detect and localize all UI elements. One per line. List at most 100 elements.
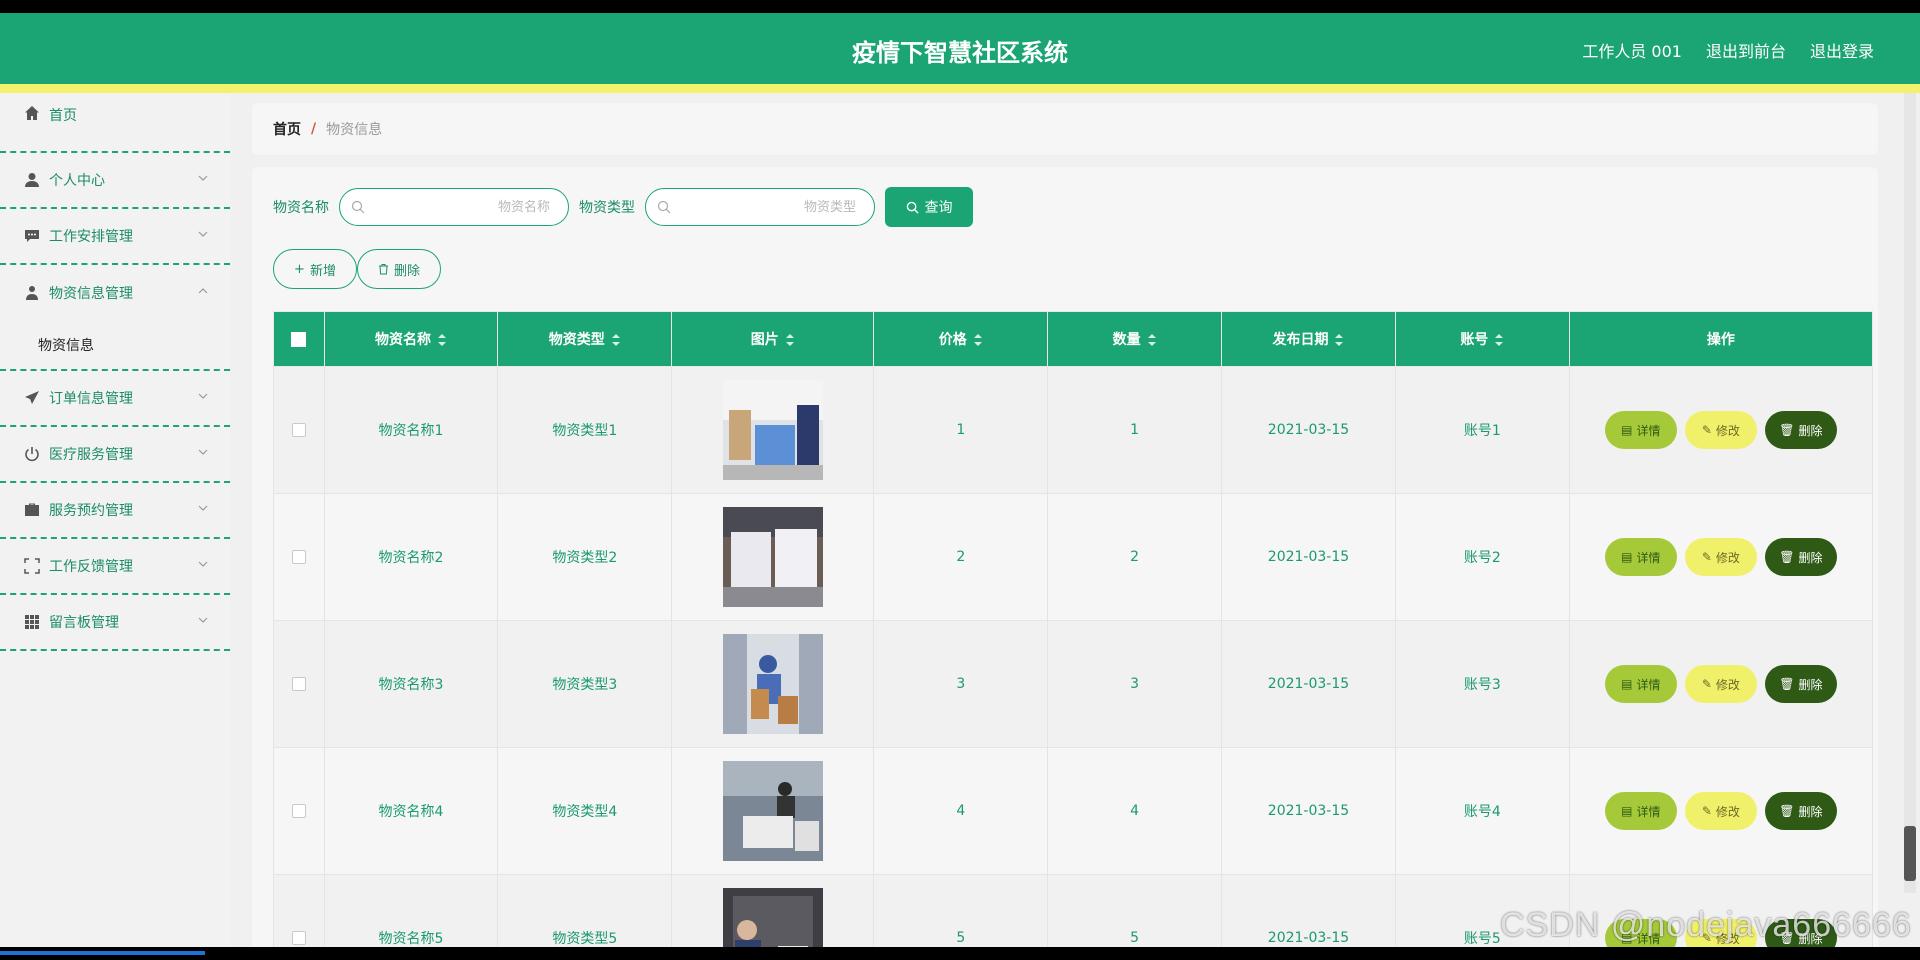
sidebar-item-service-booking[interactable]: 服务预约管理 bbox=[0, 483, 230, 539]
sort-icon bbox=[973, 334, 982, 346]
col-header-image[interactable]: 图片 bbox=[671, 311, 875, 367]
vertical-scrollbar[interactable] bbox=[1904, 93, 1916, 893]
pencil-icon: ✎ bbox=[1701, 677, 1712, 691]
sidebar-item-label: 首页 bbox=[49, 108, 77, 124]
scrollbar-thumb[interactable] bbox=[1904, 826, 1916, 881]
top-header: 疫情下智慧社区系统 工作人员 001 退出到前台 退出登录 bbox=[0, 13, 1920, 84]
content-panel: 物资名称 物资类型 查询 + 新增 bbox=[252, 167, 1878, 947]
pencil-icon: ✎ bbox=[1701, 550, 1712, 564]
sidebar-item-message-board[interactable]: 留言板管理 bbox=[0, 595, 230, 651]
sidebar-item-medical-service[interactable]: 医疗服务管理 bbox=[0, 427, 230, 483]
chevron-down-icon bbox=[198, 561, 208, 567]
col-header-account[interactable]: 账号 bbox=[1394, 311, 1570, 367]
cell-account: 账号3 bbox=[1394, 620, 1570, 748]
edit-label: 修改 bbox=[1715, 423, 1740, 438]
sidebar-item-label: 订单信息管理 bbox=[49, 391, 133, 407]
material-type-field bbox=[645, 188, 875, 226]
sidebar-item-work-feedback[interactable]: 工作反馈管理 bbox=[0, 539, 230, 595]
edit-label: 修改 bbox=[1715, 804, 1740, 819]
material-photo[interactable] bbox=[722, 888, 823, 947]
edit-button[interactable]: ✎ 修改 bbox=[1684, 538, 1757, 576]
material-name-input[interactable] bbox=[370, 189, 550, 225]
material-photo[interactable] bbox=[722, 380, 823, 480]
material-photo[interactable] bbox=[722, 761, 823, 861]
row-checkbox-cell bbox=[273, 620, 325, 748]
grid-icon bbox=[25, 615, 39, 629]
breadcrumb-separator: / bbox=[311, 121, 317, 137]
main-content: 首页 / 物资信息 物资名称 物资类型 查询 bbox=[252, 93, 1878, 947]
query-button[interactable]: 查询 bbox=[885, 187, 973, 227]
pencil-icon: ✎ bbox=[1701, 423, 1712, 437]
col-header-quantity[interactable]: 数量 bbox=[1047, 311, 1223, 367]
cell-actions: ▤ 详情 ✎ 修改 🗑 删除 bbox=[1568, 747, 1874, 875]
add-button[interactable]: + 新增 bbox=[273, 249, 357, 289]
sort-icon bbox=[1335, 334, 1344, 346]
row-checkbox[interactable] bbox=[291, 931, 306, 945]
send-icon bbox=[25, 391, 39, 404]
row-checkbox[interactable] bbox=[291, 677, 306, 691]
delete-button[interactable]: 🗑 删除 bbox=[1764, 792, 1837, 830]
breadcrumb-home[interactable]: 首页 bbox=[273, 119, 301, 139]
delete-button[interactable]: 🗑 删除 bbox=[1764, 538, 1837, 576]
row-checkbox[interactable] bbox=[291, 804, 306, 818]
col-header-date[interactable]: 发布日期 bbox=[1221, 311, 1396, 367]
breadcrumb: 首页 / 物资信息 bbox=[252, 103, 1878, 155]
fullscreen-icon bbox=[24, 558, 40, 574]
batch-delete-label: 删除 bbox=[393, 263, 420, 279]
row-checkbox[interactable] bbox=[291, 550, 306, 564]
logout-link[interactable]: 退出登录 bbox=[1810, 38, 1874, 62]
detail-button[interactable]: ▤ 详情 bbox=[1604, 665, 1677, 703]
material-photo[interactable] bbox=[722, 634, 823, 734]
edit-button[interactable]: ✎ 修改 bbox=[1684, 411, 1757, 449]
sidebar-item-home[interactable]: 首页 bbox=[0, 93, 230, 153]
sidebar-item-order-info[interactable]: 订单信息管理 bbox=[0, 371, 230, 427]
sidebar-item-work-schedule[interactable]: 工作安排管理 bbox=[0, 209, 230, 265]
delete-label: 删除 bbox=[1798, 550, 1823, 565]
delete-button[interactable]: 🗑 删除 bbox=[1764, 665, 1837, 703]
chevron-down-icon bbox=[198, 231, 208, 237]
taskbar-progress bbox=[0, 951, 205, 955]
material-type-label: 物资类型 bbox=[579, 200, 635, 216]
material-photo[interactable] bbox=[722, 507, 823, 607]
col-header-name[interactable]: 物资名称 bbox=[323, 311, 499, 367]
col-header-type[interactable]: 物资类型 bbox=[497, 311, 673, 367]
sort-icon bbox=[611, 334, 620, 346]
select-all-checkbox[interactable] bbox=[291, 331, 307, 347]
sidebar-item-label: 留言板管理 bbox=[49, 615, 119, 631]
detail-button[interactable]: ▤ 详情 bbox=[1604, 411, 1677, 449]
delete-button[interactable]: 🗑 删除 bbox=[1764, 411, 1837, 449]
material-type-input[interactable] bbox=[676, 189, 856, 225]
exit-to-front-link[interactable]: 退出到前台 bbox=[1706, 38, 1786, 62]
edit-button[interactable]: ✎ 修改 bbox=[1684, 665, 1757, 703]
detail-button[interactable]: ▤ 详情 bbox=[1604, 538, 1677, 576]
cell-quantity: 3 bbox=[1047, 620, 1223, 748]
chevron-down-icon bbox=[198, 449, 208, 455]
delete-label: 删除 bbox=[1798, 677, 1823, 692]
sidebar-item-label: 工作安排管理 bbox=[49, 229, 133, 245]
power-icon bbox=[25, 447, 39, 462]
cell-actions: ▤ 详情 ✎ 修改 🗑 删除 bbox=[1568, 493, 1874, 621]
sidebar-item-personal-center[interactable]: 个人中心 bbox=[0, 153, 230, 209]
cell-date: 2021-03-15 bbox=[1221, 620, 1396, 748]
row-checkbox[interactable] bbox=[291, 423, 306, 437]
detail-label: 详情 bbox=[1636, 423, 1661, 438]
sort-icon bbox=[437, 334, 446, 346]
search-icon bbox=[351, 200, 365, 214]
edit-button[interactable]: ✎ 修改 bbox=[1684, 792, 1757, 830]
current-user-label[interactable]: 工作人员 001 bbox=[1582, 38, 1682, 62]
cell-date: 2021-03-15 bbox=[1221, 874, 1396, 947]
cell-type: 物资类型4 bbox=[497, 747, 673, 875]
col-header-price[interactable]: 价格 bbox=[873, 311, 1049, 367]
detail-button[interactable]: ▤ 详情 bbox=[1604, 792, 1677, 830]
sidebar-subitem-material-info[interactable]: 物资信息 bbox=[0, 321, 230, 371]
col-header-label: 图片 bbox=[750, 332, 779, 348]
cell-account: 账号4 bbox=[1394, 747, 1570, 875]
cell-actions: ▤ 详情 ✎ 修改 🗑 删除 bbox=[1568, 366, 1874, 494]
person-icon bbox=[26, 286, 38, 300]
material-name-label: 物资名称 bbox=[273, 200, 329, 216]
cell-name: 物资名称3 bbox=[323, 620, 499, 748]
delete-label: 删除 bbox=[1798, 804, 1823, 819]
sidebar-item-material-info[interactable]: 物资信息管理 bbox=[0, 265, 230, 321]
cell-image bbox=[671, 620, 875, 748]
batch-delete-button[interactable]: 删除 bbox=[357, 249, 441, 289]
